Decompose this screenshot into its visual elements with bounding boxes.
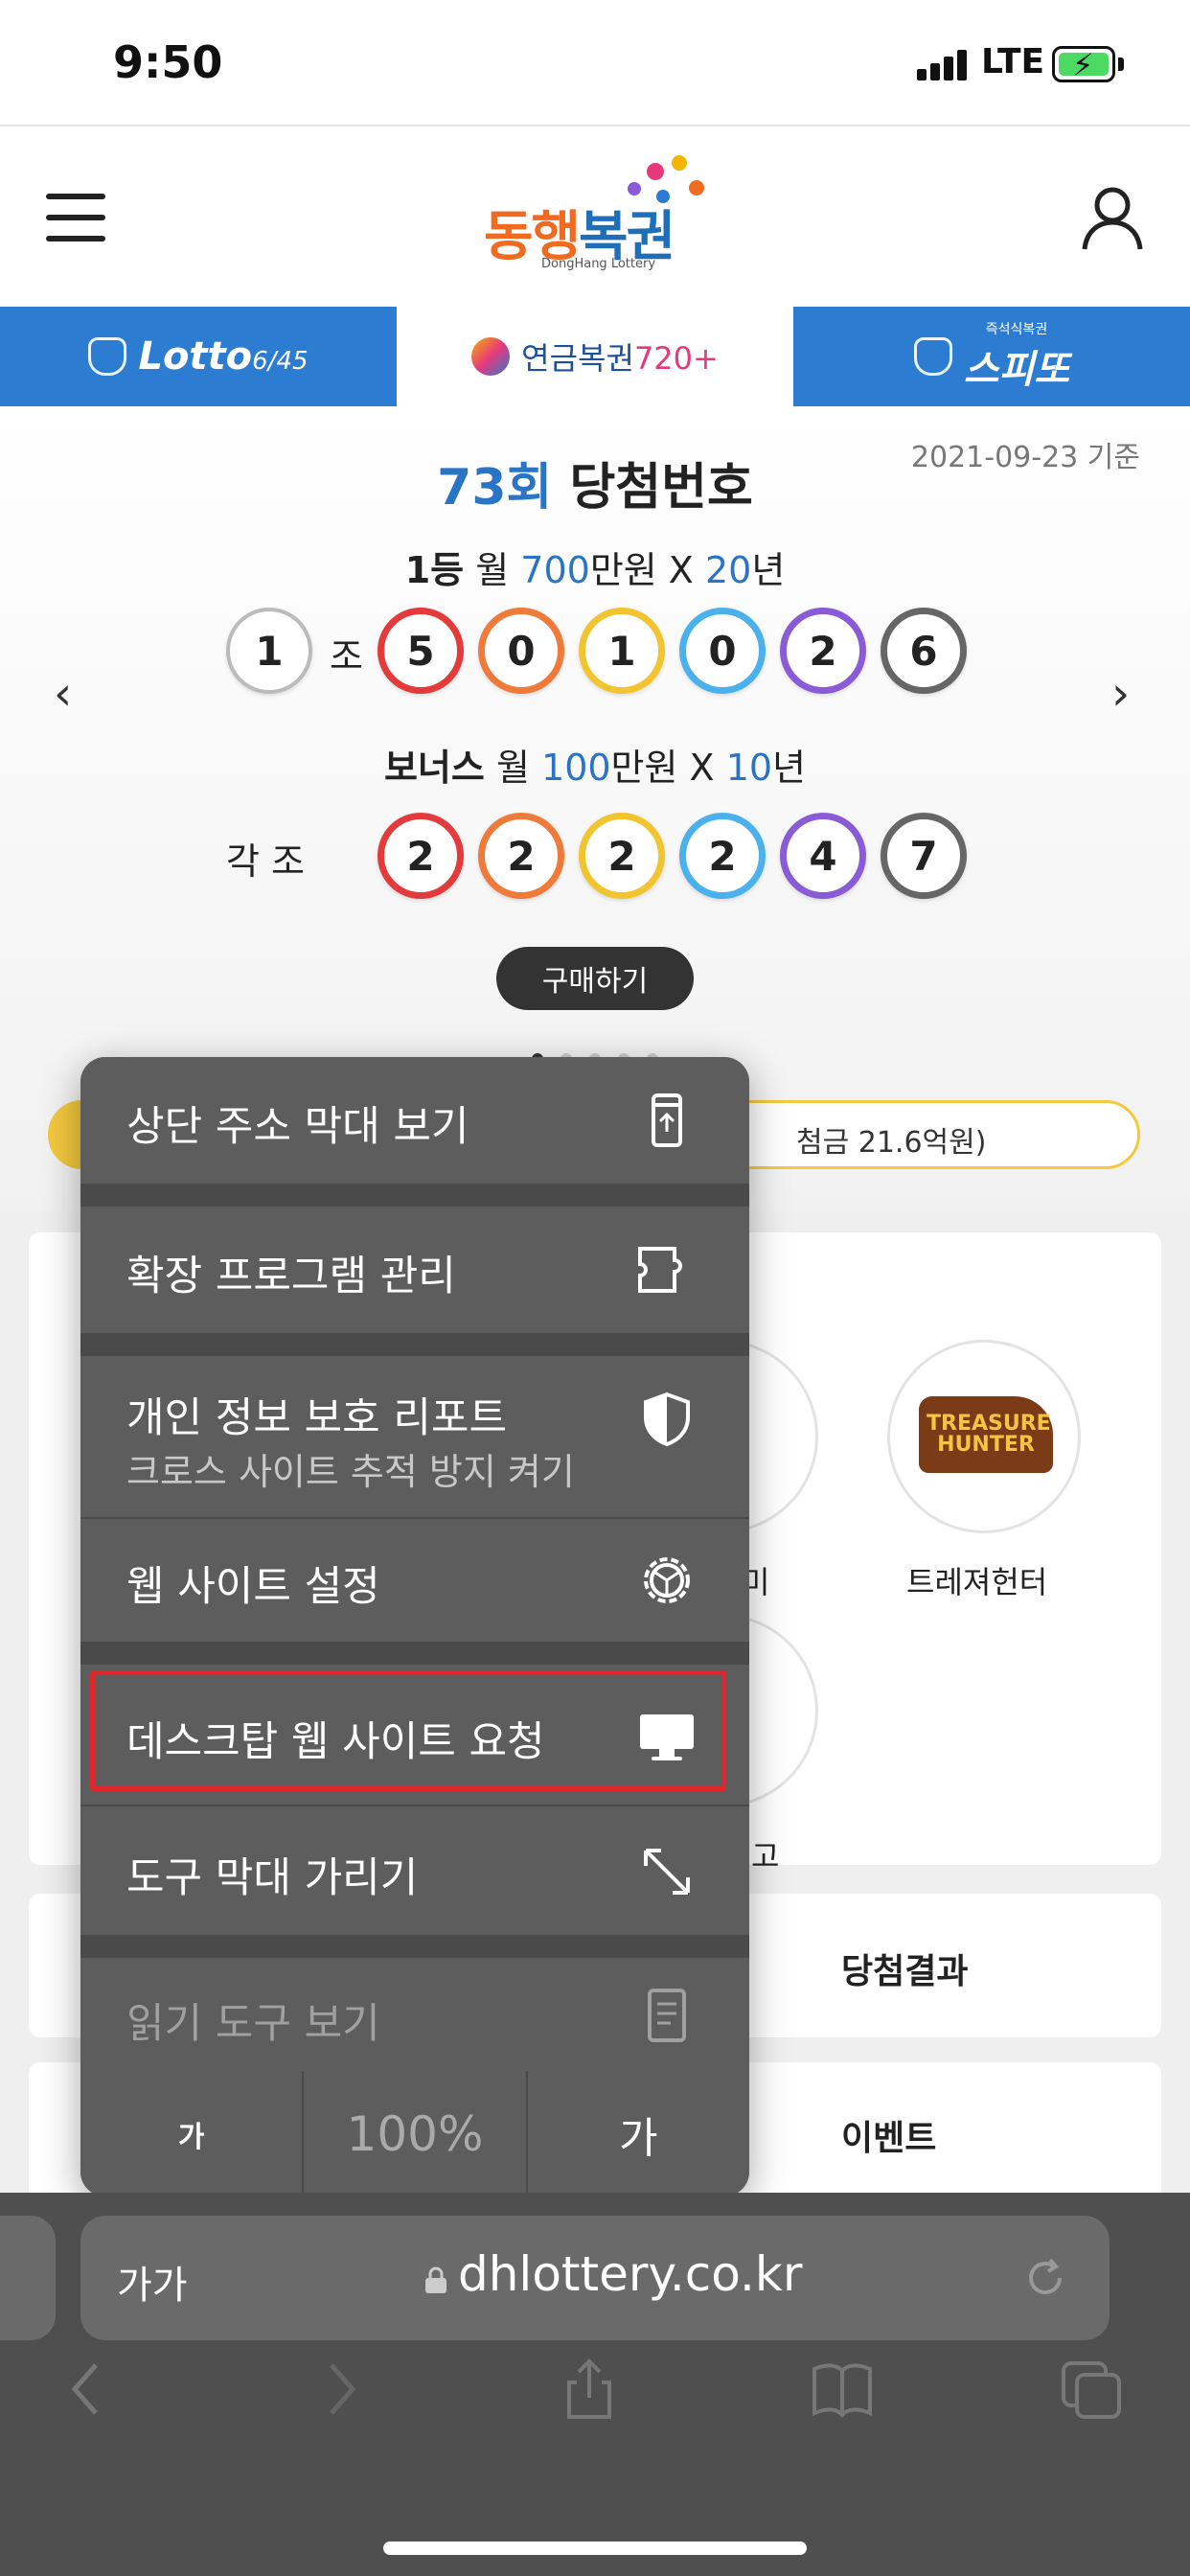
lottery-ball-icon — [913, 337, 952, 376]
lottery-tabs: Lotto6/45 연금복권720+ 즉석식복권 스피또 — [0, 307, 1190, 406]
menu-show-top-address-bar[interactable]: 상단 주소 막대 보기 — [80, 1057, 749, 1184]
menu-website-settings[interactable]: 웹 사이트 설정 — [80, 1519, 749, 1642]
game-label: 트레져헌터 — [906, 1564, 1048, 1600]
reader-icon — [648, 1989, 686, 2042]
site-header: 동행복권 DongHang Lottery — [0, 125, 1190, 307]
share-icon[interactable] — [556, 2356, 623, 2423]
bonus-group-label: 각 조 — [226, 840, 305, 883]
puzzle-icon — [638, 1247, 682, 1293]
battery-icon: ⚡ — [1052, 46, 1115, 83]
tab-speetto[interactable]: 즉석식복권 스피또 — [793, 307, 1190, 406]
forward-arrow-icon[interactable] — [305, 2356, 372, 2423]
group-number-ball: 1 — [226, 608, 312, 694]
menu-manage-extensions[interactable]: 확장 프로그램 관리 — [80, 1207, 749, 1333]
text-size-controls: 가 100% 가 — [80, 2071, 749, 2196]
network-type: LTE — [981, 42, 1045, 81]
menu-divider — [80, 1642, 749, 1665]
decrease-text-size-button[interactable]: 가 — [80, 2071, 302, 2196]
number-ball: 2 — [378, 813, 464, 899]
first-prize-line: 1등 월 700만원 X 20년 — [404, 549, 786, 591]
events-link[interactable]: 이벤트 — [841, 2110, 936, 2160]
address-bar[interactable]: 가가 dhlottery.co.kr — [80, 2216, 1110, 2340]
draw-title: 73회 당첨번호 — [437, 459, 753, 517]
tab-pension720[interactable]: 연금복권720+ — [397, 307, 793, 406]
page-settings-button[interactable]: 가가 — [117, 2254, 188, 2310]
bonus-numbers: 각 조 2 2 2 2 4 7 — [0, 813, 1190, 905]
next-draw-arrow-icon[interactable]: › — [1111, 667, 1130, 721]
menu-divider — [80, 1184, 749, 1207]
back-arrow-icon[interactable] — [56, 2356, 123, 2423]
logo-subtitle: DongHang Lottery — [541, 257, 656, 271]
gear-icon — [644, 1557, 690, 1603]
bookmarks-icon[interactable] — [809, 2356, 876, 2423]
menu-privacy-report[interactable]: 개인 정보 보호 리포트 크로스 사이트 추적 방지 켜기 — [80, 1356, 749, 1517]
battery-tip — [1118, 58, 1124, 71]
home-indicator — [383, 2542, 807, 2555]
menu-show-reader[interactable]: 읽기 도구 보기 — [80, 1958, 749, 2071]
url-text[interactable]: dhlottery.co.kr — [458, 2246, 802, 2302]
status-bar: 9:50 LTE ⚡ — [0, 0, 1190, 125]
number-ball: 6 — [881, 608, 967, 694]
game-label: 고 — [751, 1838, 780, 1874]
text-zoom-level[interactable]: 100% — [302, 2071, 525, 2196]
game-treasure-hunter[interactable]: TREASURE HUNTER — [887, 1340, 1081, 1533]
cellular-signal-icon — [917, 50, 967, 80]
number-ball: 1 — [579, 608, 665, 694]
tab-pension-label: 연금복권720+ — [521, 340, 719, 377]
phone-top-bar-icon — [652, 1093, 682, 1147]
highlight-box — [90, 1670, 726, 1791]
increase-text-size-button[interactable]: 가 — [525, 2071, 749, 2196]
menu-hide-toolbar[interactable]: 도구 막대 가리기 — [80, 1806, 749, 1935]
number-ball: 2 — [478, 813, 564, 899]
tabs-icon[interactable] — [1058, 2356, 1125, 2423]
number-ball: 0 — [478, 608, 564, 694]
page-settings-menu: 상단 주소 막대 보기 확장 프로그램 관리 개인 정보 보호 리포트 크로스 … — [80, 1057, 749, 2196]
tab-speetto-label: 스피또 — [963, 348, 1070, 392]
results-link[interactable]: 당첨결과 — [841, 1944, 968, 1993]
number-ball: 4 — [780, 813, 866, 899]
treasure-hunter-logo: TREASURE HUNTER — [919, 1396, 1053, 1473]
group-label: 조 — [330, 635, 363, 678]
menu-divider — [80, 1935, 749, 1958]
first-prize-numbers: 1 조 5 0 1 0 2 6 — [0, 608, 1190, 700]
browser-bottom-bar: 가가 dhlottery.co.kr — [0, 2193, 1190, 2576]
number-ball: 2 — [679, 813, 766, 899]
number-ball: 2 — [579, 813, 665, 899]
number-ball: 7 — [881, 813, 967, 899]
menu-hamburger-icon[interactable] — [46, 194, 105, 242]
bonus-prize-line: 보너스 월 100만원 X 10년 — [383, 747, 807, 789]
shield-icon — [644, 1392, 690, 1447]
lock-icon — [425, 2266, 446, 2293]
tab-lotto-label: Lotto6/45 — [138, 334, 309, 379]
lottery-ball-icon — [88, 337, 127, 376]
user-account-icon[interactable] — [1081, 184, 1144, 251]
pension-logo-icon — [471, 337, 511, 376]
expand-arrows-icon — [644, 1849, 690, 1895]
number-ball: 5 — [378, 608, 464, 694]
tab-speetto-caption: 즉석식복권 — [985, 322, 1048, 337]
previous-tab-preview[interactable] — [0, 2216, 56, 2340]
status-time: 9:50 — [113, 36, 223, 88]
buy-button[interactable]: 구매하기 — [496, 947, 694, 1010]
tab-lotto645[interactable]: Lotto6/45 — [0, 307, 397, 406]
menu-divider — [80, 1333, 749, 1356]
reload-icon[interactable] — [1021, 2254, 1069, 2302]
notice-text: 첨금 21.6억원) — [796, 1126, 987, 1160]
prev-draw-arrow-icon[interactable]: ‹ — [54, 667, 72, 721]
site-logo[interactable]: 동행복권 DongHang Lottery — [484, 155, 714, 280]
number-ball: 2 — [780, 608, 866, 694]
number-ball: 0 — [679, 608, 766, 694]
